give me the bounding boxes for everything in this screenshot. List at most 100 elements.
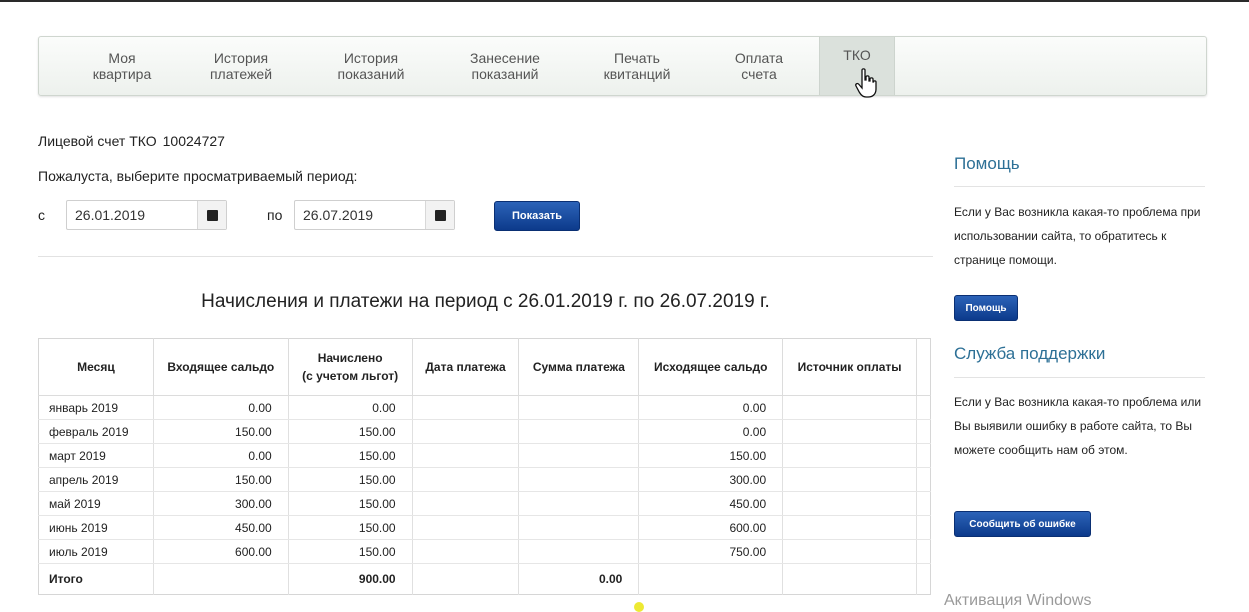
cell-charged: 150.00 — [288, 467, 413, 492]
scroll-gutter — [916, 338, 931, 396]
cell-closing-balance: 300.00 — [638, 467, 784, 492]
cell-charged: 150.00 — [288, 491, 413, 516]
main-nav: Моя квартира История платежей История по… — [38, 36, 1207, 96]
cell-payment-date — [412, 491, 520, 516]
cell-month: февраль 2019 — [38, 419, 154, 444]
cell-payment-date — [412, 443, 520, 468]
support-text: Если у Вас возникла какая-то проблема ил… — [954, 395, 1202, 457]
scroll-gutter — [916, 443, 931, 468]
divider — [954, 186, 1205, 187]
cell-total-opening — [153, 563, 289, 595]
col-header: Исходящее сальдо — [638, 338, 784, 396]
nav-label: ТКО — [843, 47, 871, 63]
cell-closing-balance: 600.00 — [638, 515, 784, 540]
help-text: Если у Вас возникла какая-то проблема пр… — [954, 205, 1201, 267]
cell-month: апрель 2019 — [38, 467, 154, 492]
calendar-icon[interactable] — [197, 201, 226, 229]
cell-payment-date — [412, 467, 520, 492]
cell-payment-date — [412, 419, 520, 444]
cell-payment-date — [412, 515, 520, 540]
cell-payment-source — [782, 491, 917, 516]
report-error-button[interactable]: Сообщить об ошибке — [954, 511, 1091, 537]
cell-payment-date — [412, 395, 520, 420]
table-row: февраль 2019 150.00 150.00 0.00 — [38, 419, 931, 444]
cell-closing-balance: 0.00 — [638, 419, 784, 444]
cell-opening-balance: 0.00 — [153, 395, 289, 420]
cell-total-charged: 900.00 — [288, 563, 413, 595]
table-header-row: Месяц Входящее сальдо Начислено (с учето… — [38, 338, 931, 396]
cell-payment-amount — [518, 443, 640, 468]
nav-label: Печать квитанций — [603, 50, 671, 82]
cell-total-label: Итого — [38, 563, 154, 595]
nav-my-apartment[interactable]: Моя квартира — [57, 37, 187, 95]
col-header: Начислено (с учетом льгот) — [288, 338, 413, 396]
col-header: Источник оплаты — [782, 338, 917, 396]
scroll-gutter — [916, 539, 931, 564]
cell-payment-source — [782, 515, 917, 540]
cell-total-date — [412, 563, 520, 595]
from-date-field[interactable]: 26.01.2019 — [66, 200, 227, 230]
to-label: по — [267, 207, 283, 223]
scroll-gutter — [916, 419, 931, 444]
table-row: март 2019 0.00 150.00 150.00 — [38, 443, 931, 468]
windows-activation-watermark: Активация Windows — [944, 592, 1092, 609]
cell-payment-amount — [518, 419, 640, 444]
account-label: Лицевой счет ТКО — [38, 133, 157, 149]
scroll-gutter — [916, 564, 930, 595]
cell-total-closing — [638, 563, 784, 595]
nav-label: Оплата счета — [734, 50, 784, 82]
nav-label: Моя квартира — [92, 50, 152, 82]
col-header: Сумма платежа — [518, 338, 640, 396]
nav-enter-readings[interactable]: Занесение показаний — [440, 37, 570, 95]
cell-total-paid: 0.00 — [518, 563, 640, 595]
cell-opening-balance: 150.00 — [153, 467, 289, 492]
cell-payment-amount — [518, 491, 640, 516]
window-top-border — [0, 0, 1249, 2]
cell-payment-amount — [518, 515, 640, 540]
help-button[interactable]: Помощь — [954, 295, 1018, 321]
cell-total-source — [782, 563, 917, 595]
col-header: Входящее сальдо — [153, 338, 289, 396]
to-date-field[interactable]: 26.07.2019 — [294, 200, 455, 230]
account-number: 10024727 — [162, 133, 225, 149]
cell-charged: 0.00 — [288, 395, 413, 420]
nav-label: История платежей — [209, 50, 273, 82]
table-row: май 2019 300.00 150.00 450.00 — [38, 491, 931, 516]
nav-pay-bill[interactable]: Оплата счета — [694, 37, 824, 95]
calendar-icon[interactable] — [425, 201, 454, 229]
cell-payment-source — [782, 539, 917, 564]
account-line: Лицевой счет ТКО 10024727 — [38, 133, 225, 149]
nav-readings-history[interactable]: История показаний — [306, 37, 436, 95]
divider — [38, 256, 933, 257]
cell-opening-balance: 300.00 — [153, 491, 289, 516]
nav-payment-history[interactable]: История платежей — [176, 37, 306, 95]
cell-payment-date — [412, 539, 520, 564]
cell-payment-source — [782, 443, 917, 468]
col-header: Дата платежа — [412, 338, 520, 396]
cell-opening-balance: 450.00 — [153, 515, 289, 540]
from-date-value: 26.01.2019 — [75, 207, 146, 223]
cell-month: январь 2019 — [38, 395, 154, 420]
cell-month: март 2019 — [38, 443, 154, 468]
cell-closing-balance: 150.00 — [638, 443, 784, 468]
cell-month: июнь 2019 — [38, 515, 154, 540]
cell-charged: 150.00 — [288, 515, 413, 540]
cell-charged: 150.00 — [288, 539, 413, 564]
hand-cursor-icon — [855, 68, 877, 98]
table-row: январь 2019 0.00 0.00 0.00 — [38, 395, 931, 420]
cell-opening-balance: 150.00 — [153, 419, 289, 444]
table-total-row: Итого 900.00 0.00 — [38, 563, 931, 595]
cell-opening-balance: 600.00 — [153, 539, 289, 564]
cell-payment-source — [782, 419, 917, 444]
col-header: Месяц — [38, 338, 154, 396]
period-prompt: Пожалуста, выберите просматриваемый пери… — [38, 168, 358, 184]
cell-payment-source — [782, 467, 917, 492]
from-label: с — [38, 207, 45, 223]
cell-payment-amount — [518, 539, 640, 564]
scroll-gutter — [916, 467, 931, 492]
nav-label: История показаний — [337, 50, 405, 82]
cell-charged: 150.00 — [288, 419, 413, 444]
nav-print-receipts[interactable]: Печать квитанций — [572, 37, 702, 95]
show-button[interactable]: Показать — [494, 201, 580, 231]
help-title: Помощь — [954, 154, 1020, 173]
